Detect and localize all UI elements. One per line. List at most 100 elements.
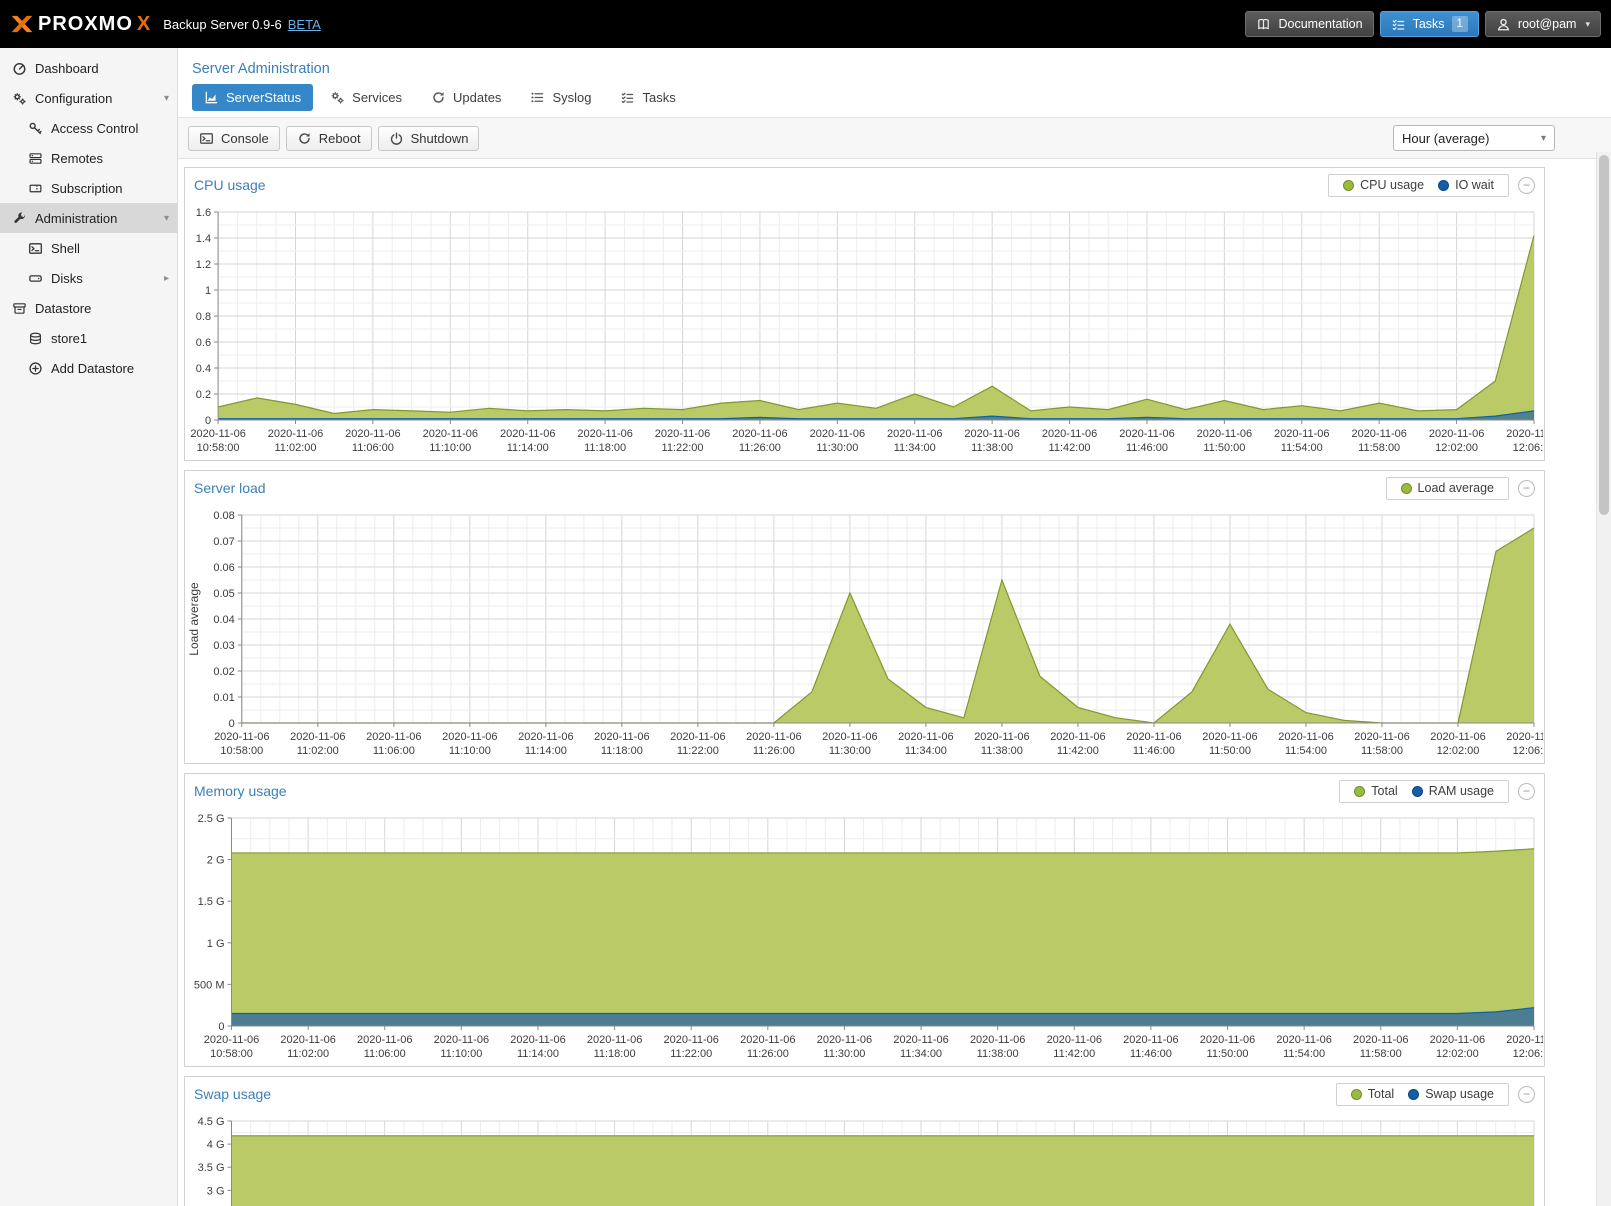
sidebar-item-dashboard[interactable]: Dashboard — [0, 53, 177, 83]
svg-text:11:22:00: 11:22:00 — [670, 1048, 712, 1060]
chart-panels: CPU usage CPU usageIO wait − 00.20.40.60… — [178, 159, 1611, 1206]
tab-serverstatus[interactable]: ServerStatus — [192, 84, 313, 111]
svg-text:11:22:00: 11:22:00 — [677, 745, 719, 757]
svg-text:2020-11-06: 2020-11-06 — [974, 731, 1029, 743]
reboot-button[interactable]: Reboot — [286, 126, 372, 151]
svg-text:11:42:00: 11:42:00 — [1049, 442, 1091, 454]
gears-icon — [330, 90, 345, 105]
svg-text:11:38:00: 11:38:00 — [981, 745, 1023, 757]
vertical-scrollbar[interactable] — [1596, 152, 1611, 1206]
legend-item-io-wait[interactable]: IO wait — [1432, 178, 1500, 192]
legend-label: RAM usage — [1429, 784, 1494, 798]
svg-text:0.6: 0.6 — [196, 337, 211, 349]
panel-title: Memory usage — [194, 783, 1339, 799]
legend-color-dot — [1343, 180, 1354, 191]
svg-text:2020-11-06: 2020-11-06 — [434, 1034, 489, 1046]
product-version: Backup Server 0.9-6 — [163, 17, 282, 32]
sidebar-item-disks[interactable]: Disks▸ — [0, 263, 177, 293]
svg-text:11:42:00: 11:42:00 — [1053, 1048, 1095, 1060]
scrollbar-thumb[interactable] — [1599, 155, 1609, 515]
gears-icon — [12, 91, 27, 106]
svg-text:0.07: 0.07 — [213, 536, 234, 548]
sidebar-item-label: Datastore — [35, 301, 91, 316]
svg-text:2020-11-06: 2020-11-06 — [740, 1034, 795, 1046]
legend-item-load-average[interactable]: Load average — [1395, 481, 1500, 495]
svg-text:11:14:00: 11:14:00 — [525, 745, 567, 757]
svg-text:2020-11-06: 2020-11-06 — [1274, 428, 1329, 440]
svg-text:11:30:00: 11:30:00 — [823, 1048, 865, 1060]
chart-area-icon — [204, 90, 219, 105]
archive-icon — [12, 301, 27, 316]
sidebar-item-label: store1 — [51, 331, 87, 346]
tab-services[interactable]: Services — [318, 84, 414, 111]
svg-text:11:26:00: 11:26:00 — [739, 442, 781, 454]
legend-color-dot — [1438, 180, 1449, 191]
tasks-icon — [620, 90, 635, 105]
page-title: Server Administration — [192, 61, 1611, 77]
legend-item-total[interactable]: Total — [1345, 1087, 1400, 1101]
legend-item-swap-usage[interactable]: Swap usage — [1402, 1087, 1500, 1101]
legend-item-total[interactable]: Total — [1348, 784, 1403, 798]
svg-text:2020-11-06: 2020-11-06 — [655, 428, 710, 440]
svg-text:11:38:00: 11:38:00 — [977, 1048, 1019, 1060]
sidebar-item-subscription[interactable]: Subscription — [0, 173, 177, 203]
svg-text:3 G: 3 G — [207, 1185, 225, 1197]
topbar: PROXMOX Backup Server 0.9-6 BETA Documen… — [0, 0, 1611, 48]
panel-title: Swap usage — [194, 1086, 1336, 1102]
legend-item-cpu-usage[interactable]: CPU usage — [1337, 178, 1430, 192]
svg-text:11:58:00: 11:58:00 — [1361, 745, 1403, 757]
collapse-panel-button[interactable]: − — [1518, 783, 1535, 800]
ticket-icon — [28, 181, 43, 196]
legend-color-dot — [1351, 1089, 1362, 1100]
tasks-count-badge: 1 — [1452, 16, 1468, 32]
console-button[interactable]: Console — [188, 126, 280, 151]
svg-text:11:14:00: 11:14:00 — [517, 1048, 559, 1060]
svg-text:0: 0 — [205, 415, 211, 427]
documentation-button[interactable]: Documentation — [1245, 11, 1373, 37]
svg-text:11:58:00: 11:58:00 — [1358, 442, 1400, 454]
svg-text:11:14:00: 11:14:00 — [507, 442, 549, 454]
shutdown-button[interactable]: Shutdown — [378, 126, 480, 151]
tab-syslog[interactable]: Syslog — [518, 84, 603, 111]
legend-label: Total — [1368, 1087, 1394, 1101]
collapse-panel-button[interactable]: − — [1518, 480, 1535, 497]
swap-usage-panel: Swap usage TotalSwap usage − 0500 M1 G1.… — [184, 1076, 1545, 1206]
svg-text:11:06:00: 11:06:00 — [364, 1048, 406, 1060]
tasks-button[interactable]: Tasks 1 — [1380, 11, 1479, 37]
timeframe-select[interactable]: Hour (average) ▾ — [1393, 125, 1555, 151]
svg-text:2020-11-06: 2020-11-06 — [1276, 1034, 1331, 1046]
sidebar-item-configuration[interactable]: Configuration▾ — [0, 83, 177, 113]
beta-link[interactable]: BETA — [288, 17, 321, 32]
tab-tasks[interactable]: Tasks — [608, 84, 687, 111]
collapse-panel-button[interactable]: − — [1518, 177, 1535, 194]
button-label: Console — [221, 131, 269, 146]
sidebar-item-store1[interactable]: store1 — [0, 323, 177, 353]
legend-item-ram-usage[interactable]: RAM usage — [1406, 784, 1500, 798]
svg-text:11:26:00: 11:26:00 — [747, 1048, 789, 1060]
svg-text:2020-11-06: 2020-11-06 — [822, 731, 877, 743]
sidebar-item-access-control[interactable]: Access Control — [0, 113, 177, 143]
svg-text:11:18:00: 11:18:00 — [584, 442, 626, 454]
chevron-down-icon: ▾ — [164, 213, 169, 224]
svg-text:11:02:00: 11:02:00 — [297, 745, 339, 757]
chevron-down-icon: ▾ — [1541, 133, 1546, 144]
list-icon — [530, 90, 545, 105]
svg-text:2.5 G: 2.5 G — [198, 813, 225, 825]
svg-text:2020-11-06: 2020-11-06 — [1506, 1034, 1543, 1046]
user-menu-button[interactable]: root@pam ▾ — [1485, 11, 1601, 37]
collapse-panel-button[interactable]: − — [1518, 1086, 1535, 1103]
svg-text:11:50:00: 11:50:00 — [1203, 442, 1245, 454]
gauge-icon — [12, 61, 27, 76]
sidebar-item-remotes[interactable]: Remotes — [0, 143, 177, 173]
chevron-down-icon: ▾ — [1585, 19, 1590, 30]
tab-updates[interactable]: Updates — [419, 84, 513, 111]
svg-text:11:30:00: 11:30:00 — [816, 442, 858, 454]
sidebar-item-administration[interactable]: Administration▾ — [0, 203, 177, 233]
sidebar-item-datastore[interactable]: Datastore — [0, 293, 177, 323]
svg-text:11:02:00: 11:02:00 — [274, 442, 316, 454]
svg-text:2020-11-06: 2020-11-06 — [577, 428, 632, 440]
sidebar-item-add-datastore[interactable]: Add Datastore — [0, 353, 177, 383]
sidebar-item-shell[interactable]: Shell — [0, 233, 177, 263]
svg-text:11:46:00: 11:46:00 — [1133, 745, 1175, 757]
book-icon — [1256, 17, 1271, 32]
